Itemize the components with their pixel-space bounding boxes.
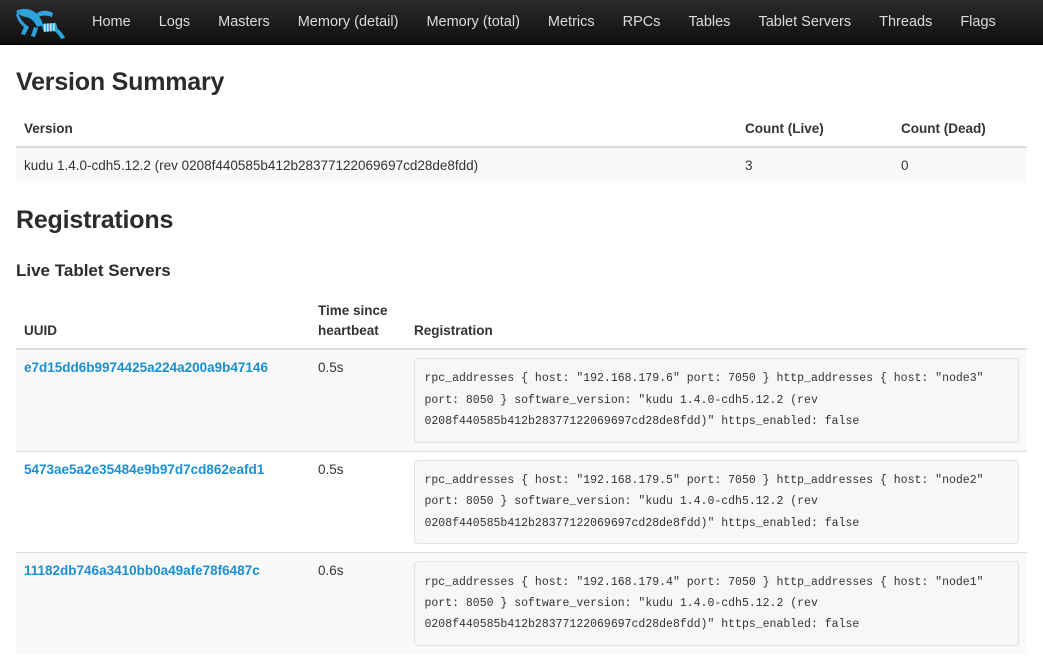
column-header-uuid: UUID	[16, 293, 310, 350]
nav-item-tablet-servers[interactable]: Tablet Servers	[744, 0, 865, 44]
table-row: kudu 1.4.0-cdh5.12.2 (rev 0208f440585b41…	[16, 146, 1027, 184]
nav-item-memory-detail[interactable]: Memory (detail)	[284, 0, 413, 44]
navbar-menu: Home Logs Masters Memory (detail) Memory…	[78, 0, 1010, 44]
version-summary-heading: Version Summary	[16, 68, 225, 96]
table-row: 11182db746a3410bb0a49afe78f6487c 0.6s rp…	[16, 552, 1027, 655]
nav-item-threads[interactable]: Threads	[865, 0, 946, 44]
cell-count-dead: 0	[893, 146, 1027, 184]
table-header-row: UUID Time since heartbeat Registration	[16, 293, 1027, 350]
registrations-table: UUID Time since heartbeat Registration e…	[16, 293, 1027, 655]
column-header-heartbeat: Time since heartbeat	[310, 293, 406, 350]
nav-item-masters[interactable]: Masters	[204, 0, 284, 44]
tablet-server-uuid-link[interactable]: 5473ae5a2e35484e9b97d7cd862eafd1	[24, 462, 264, 477]
cell-heartbeat: 0.6s	[310, 552, 406, 655]
cell-count-live: 3	[737, 146, 893, 184]
nav-item-logs[interactable]: Logs	[145, 0, 204, 44]
registration-details: rpc_addresses { host: "192.168.179.4" po…	[414, 561, 1019, 647]
live-tablet-servers-subheading: Live Tablet Servers	[16, 260, 171, 280]
nav-item-flags[interactable]: Flags	[946, 0, 1009, 44]
table-header-row: Version Count (Live) Count (Dead)	[16, 110, 1027, 148]
table-row: e7d15dd6b9974425a224a200a9b47146 0.5s rp…	[16, 348, 1027, 452]
kudu-logo-icon[interactable]	[0, 0, 78, 44]
table-row: 5473ae5a2e35484e9b97d7cd862eafd1 0.5s rp…	[16, 450, 1027, 553]
registration-details: rpc_addresses { host: "192.168.179.6" po…	[414, 357, 1019, 443]
column-header-count-live: Count (Live)	[737, 110, 893, 148]
top-navbar: Home Logs Masters Memory (detail) Memory…	[0, 0, 1043, 45]
nav-item-rpcs[interactable]: RPCs	[609, 0, 675, 44]
tablet-server-uuid-link[interactable]: 11182db746a3410bb0a49afe78f6487c	[24, 563, 260, 578]
column-header-count-dead: Count (Dead)	[893, 110, 1027, 148]
cell-heartbeat: 0.5s	[310, 348, 406, 452]
registrations-heading: Registrations	[16, 206, 174, 235]
column-header-version: Version	[16, 110, 737, 148]
cell-heartbeat: 0.5s	[310, 450, 406, 553]
page-content: Version Summary Version Count (Live) Cou…	[0, 65, 1043, 655]
version-summary-table: Version Count (Live) Count (Dead) kudu 1…	[16, 110, 1027, 184]
nav-item-memory-total[interactable]: Memory (total)	[412, 0, 533, 44]
nav-item-tables[interactable]: Tables	[675, 0, 745, 44]
cell-version: kudu 1.4.0-cdh5.12.2 (rev 0208f440585b41…	[16, 146, 737, 184]
registration-details: rpc_addresses { host: "192.168.179.5" po…	[414, 459, 1019, 545]
nav-item-metrics[interactable]: Metrics	[534, 0, 609, 44]
nav-item-home[interactable]: Home	[78, 0, 145, 44]
column-header-registration: Registration	[406, 293, 1027, 350]
tablet-server-uuid-link[interactable]: e7d15dd6b9974425a224a200a9b47146	[24, 360, 268, 375]
